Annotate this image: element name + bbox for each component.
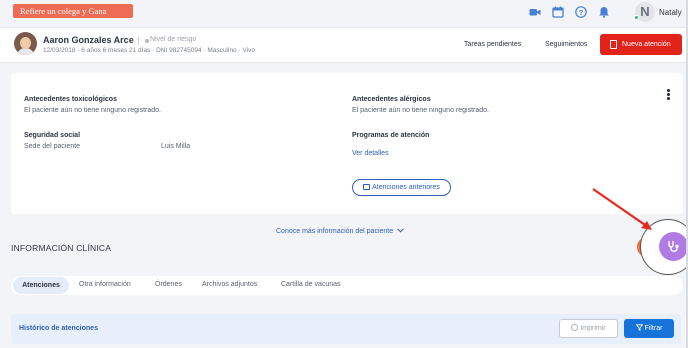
social-security-label: Sede del paciente (24, 143, 81, 150)
help-icon[interactable]: ? (575, 6, 587, 18)
print-label: Imprimir (580, 325, 606, 332)
patient-info-card: Antecedentes toxicológicos El paciente a… (11, 73, 683, 214)
risk-dot-icon (145, 39, 149, 43)
pending-tasks-link[interactable]: Tareas pendientes (464, 41, 521, 48)
document-icon (610, 40, 617, 49)
social-security-title: Seguridad social (24, 132, 81, 139)
referral-banner[interactable]: Refiere un colega y Gana (13, 4, 133, 18)
user-name[interactable]: Nataly (659, 8, 682, 17)
more-info-label: Conoce más información del paciente (276, 228, 394, 235)
patient-name: Aaron Gonzales Arce (43, 35, 134, 45)
calendar-icon[interactable] (552, 6, 564, 18)
more-patient-info-link[interactable]: Conoce más información del paciente (276, 228, 404, 235)
risk-level: Nivel de riesgo (150, 36, 197, 43)
calendar-icon (363, 184, 371, 190)
top-navbar: Refiere un colega y Gana ? N Nataly (0, 0, 688, 26)
social-security-value: Luis Milla (161, 143, 191, 150)
video-icon[interactable] (529, 6, 541, 18)
tab-otra-informacion[interactable]: Otra información (79, 281, 131, 288)
print-icon (571, 324, 579, 331)
name-separator: | (137, 35, 140, 45)
stethoscope-icon (668, 241, 679, 252)
patient-avatar (14, 32, 37, 55)
online-status-icon (634, 15, 639, 20)
new-attention-label: Nueva atención (622, 41, 671, 48)
patient-meta: 12/03/2018 · 6 años 6 meses 21 días · DN… (43, 47, 255, 54)
filter-label: Filtrar (644, 325, 663, 332)
history-title: Histórico de atenciones (19, 325, 98, 332)
allergic-history-text: El paciente aún no tiene ninguno registr… (352, 107, 489, 114)
toxic-history-text: El paciente aún no tiene ninguno registr… (24, 107, 161, 114)
follow-ups-link[interactable]: Seguimientos (545, 41, 587, 48)
care-programs-title: Programas de atención (352, 132, 430, 139)
allergic-history-title: Antecedentes alérgicos (352, 96, 431, 103)
filter-icon (635, 324, 643, 332)
svg-text:?: ? (579, 8, 584, 17)
previous-attentions-label: Atenciones anteriores (372, 184, 440, 191)
attention-history-bar: Histórico de atenciones Imprimir Filtrar (11, 314, 681, 344)
toxic-history-title: Antecedentes toxicológicos (24, 96, 117, 103)
tab-archivos-adjuntos[interactable]: Archivos adjuntos (202, 281, 257, 288)
clinical-info-title: INFORMACIÓN CLÍNICA (11, 243, 112, 253)
annotation-arrow (592, 188, 652, 230)
bell-icon[interactable] (598, 6, 610, 18)
chevron-down-icon (397, 228, 404, 233)
tab-cartilla-vacunas[interactable]: Cartilla de vacunas (281, 281, 341, 288)
previous-attentions-button[interactable]: Atenciones anteriores (352, 179, 451, 196)
new-attention-button[interactable]: Nueva atención (600, 34, 682, 55)
tab-atenciones[interactable]: Atenciones (13, 277, 69, 294)
clinical-tabs: Atenciones Otra información Órdenes Arch… (11, 276, 683, 295)
more-options-icon[interactable] (667, 89, 670, 101)
tab-ordenes[interactable]: Órdenes (155, 281, 182, 288)
patient-header: Aaron Gonzales Arce | Nivel de riesgo 12… (0, 27, 688, 63)
filter-button[interactable]: Filtrar (624, 319, 674, 338)
see-details-link[interactable]: Ver detalles (352, 150, 389, 157)
print-button[interactable]: Imprimir (559, 319, 618, 338)
assistant-button[interactable] (659, 232, 688, 261)
